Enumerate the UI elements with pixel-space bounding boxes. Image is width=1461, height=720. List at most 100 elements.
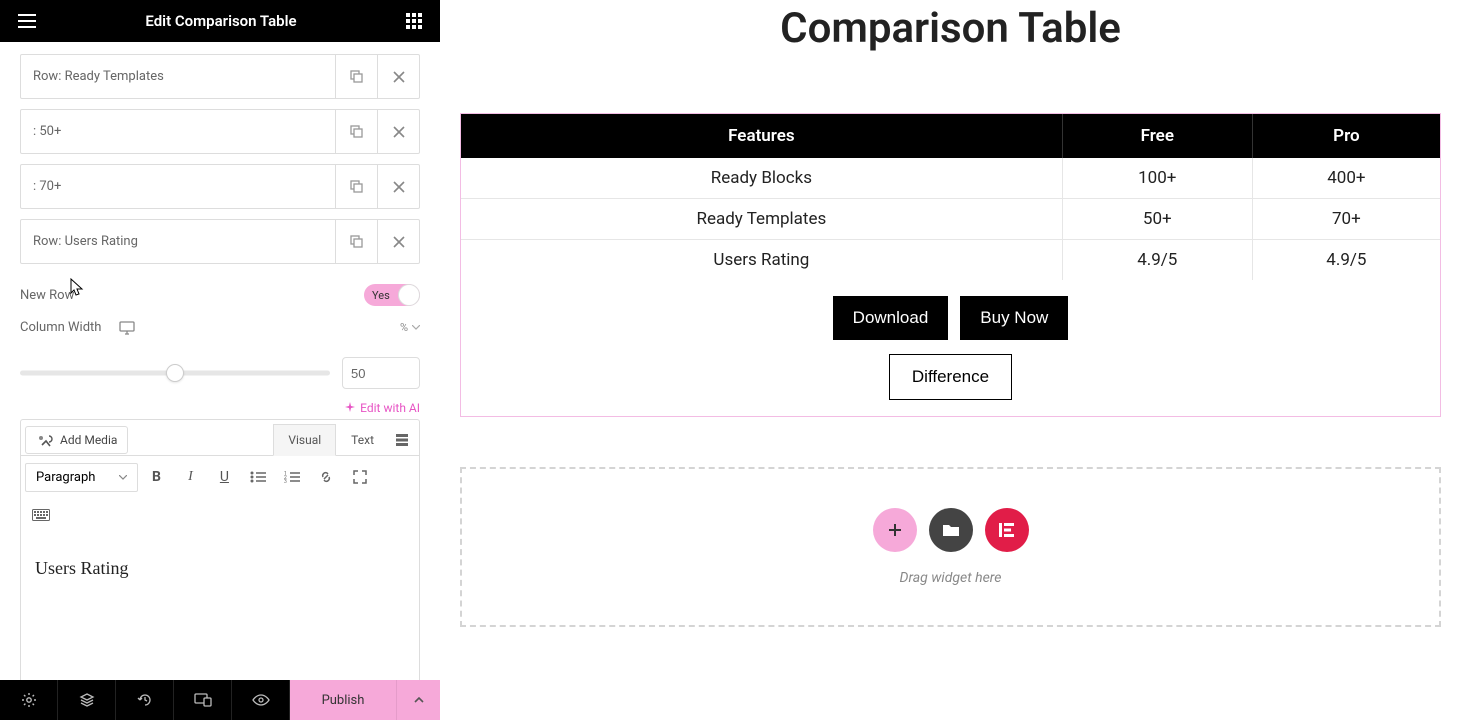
- toggle-yes-text: Yes: [372, 289, 390, 302]
- rich-editor: Add Media Visual Text Paragraph B I U 12…: [20, 419, 420, 720]
- preview-button[interactable]: [232, 680, 290, 720]
- apps-button[interactable]: [400, 7, 428, 35]
- new-row-label: New Row: [20, 288, 74, 303]
- elementskit-button[interactable]: [985, 508, 1029, 552]
- responsive-button[interactable]: [119, 321, 135, 335]
- responsive-mode-button[interactable]: [174, 680, 232, 720]
- template-library-button[interactable]: [929, 508, 973, 552]
- new-row-toggle[interactable]: Yes: [364, 284, 420, 306]
- row-item: Row: Users Rating: [20, 219, 420, 264]
- publish-button[interactable]: Publish: [290, 680, 396, 720]
- chevron-down-icon: [119, 475, 127, 480]
- copy-icon: [349, 124, 364, 139]
- column-width-label: Column Width: [20, 320, 101, 335]
- gear-icon: [21, 692, 37, 708]
- tab-text[interactable]: Text: [336, 424, 389, 455]
- table-header-row: Features Free Pro: [461, 114, 1440, 158]
- add-media-button[interactable]: Add Media: [25, 426, 128, 454]
- menu-button[interactable]: [12, 8, 42, 34]
- buy-now-button[interactable]: Buy Now: [960, 296, 1068, 340]
- column-width-slider[interactable]: [20, 363, 330, 383]
- duplicate-button[interactable]: [335, 165, 377, 208]
- bulleted-list-button[interactable]: [242, 462, 274, 492]
- numbered-list-button[interactable]: 123: [276, 462, 308, 492]
- row-item: : 50+: [20, 109, 420, 154]
- link-icon: [318, 469, 334, 485]
- media-icon: [36, 433, 54, 447]
- bold-button[interactable]: B: [140, 462, 172, 492]
- add-widget-button[interactable]: [873, 508, 917, 552]
- table-row: Users Rating4.9/54.9/5: [461, 240, 1440, 281]
- fullscreen-button[interactable]: [344, 462, 376, 492]
- difference-button[interactable]: Difference: [889, 354, 1012, 400]
- copy-icon: [349, 179, 364, 194]
- edit-with-ai-link[interactable]: Edit with AI: [20, 401, 420, 415]
- row-item: Row: Ready Templates: [20, 54, 420, 99]
- unit-select[interactable]: %: [400, 321, 420, 334]
- sidebar-header: Edit Comparison Table: [0, 0, 440, 42]
- duplicate-button[interactable]: [335, 55, 377, 98]
- chevron-down-icon: [412, 325, 420, 330]
- ek-icon: [996, 519, 1018, 541]
- row-item-label[interactable]: Row: Users Rating: [21, 220, 335, 263]
- hamburger-icon: [18, 14, 36, 28]
- history-button[interactable]: [116, 680, 174, 720]
- drop-zone-buttons: [873, 508, 1029, 552]
- remove-button[interactable]: [377, 165, 419, 208]
- apps-grid-icon: [406, 13, 422, 29]
- devices-icon: [194, 693, 212, 707]
- column-width-slider-row: [20, 357, 420, 389]
- col-header: Pro: [1252, 114, 1440, 158]
- keyboard-button[interactable]: [25, 500, 57, 530]
- duplicate-button[interactable]: [335, 220, 377, 263]
- drop-zone[interactable]: Drag widget here: [460, 467, 1441, 627]
- sidebar-body: Row: Ready Templates : 50+ : 70+ Row: Us…: [0, 42, 440, 720]
- remove-button[interactable]: [377, 55, 419, 98]
- unit-value: %: [400, 321, 408, 334]
- editor-sidebar: Edit Comparison Table Row: Ready Templat…: [0, 0, 440, 720]
- publish-options-button[interactable]: [396, 680, 440, 720]
- folder-icon: [942, 523, 960, 537]
- link-button[interactable]: [310, 462, 342, 492]
- eye-icon: [252, 694, 270, 706]
- column-width-prop: Column Width %: [20, 320, 420, 335]
- column-width-input[interactable]: [342, 357, 420, 389]
- settings-button[interactable]: [0, 680, 58, 720]
- row-item-label[interactable]: Row: Ready Templates: [21, 55, 335, 98]
- slider-thumb[interactable]: [166, 364, 184, 382]
- row-item: : 70+: [20, 164, 420, 209]
- close-icon: [393, 236, 405, 248]
- comparison-table: Features Free Pro Ready Blocks100+400+ R…: [461, 114, 1440, 280]
- table-row: Ready Blocks100+400+: [461, 158, 1440, 199]
- navigator-button[interactable]: [58, 680, 116, 720]
- stack-icon: [395, 433, 409, 447]
- italic-button[interactable]: I: [174, 462, 206, 492]
- page-heading: Comparison Table: [450, 4, 1451, 53]
- tab-visual[interactable]: Visual: [273, 424, 336, 456]
- svg-text:3: 3: [284, 479, 287, 483]
- copy-icon: [349, 69, 364, 84]
- editor-tabs: Add Media Visual Text: [21, 420, 419, 456]
- close-icon: [393, 126, 405, 138]
- comparison-table-widget[interactable]: Features Free Pro Ready Blocks100+400+ R…: [460, 113, 1441, 417]
- remove-button[interactable]: [377, 110, 419, 153]
- panel-title: Edit Comparison Table: [42, 12, 400, 30]
- list-ul-icon: [250, 471, 266, 483]
- row-item-label[interactable]: : 70+: [21, 165, 335, 208]
- row-item-label[interactable]: : 50+: [21, 110, 335, 153]
- keyboard-icon: [32, 509, 50, 521]
- copy-icon: [349, 234, 364, 249]
- preview-canvas: Comparison Table Features Free Pro Ready…: [440, 0, 1461, 720]
- expand-icon: [353, 470, 367, 484]
- underline-button[interactable]: U: [208, 462, 240, 492]
- blocks-button[interactable]: [389, 427, 415, 453]
- drop-zone-text: Drag widget here: [900, 570, 1002, 586]
- format-select[interactable]: Paragraph: [25, 463, 138, 492]
- duplicate-button[interactable]: [335, 110, 377, 153]
- remove-button[interactable]: [377, 220, 419, 263]
- cta-row: Download Buy Now: [461, 296, 1440, 340]
- layers-icon: [79, 692, 95, 708]
- list-ol-icon: 123: [284, 471, 300, 483]
- download-button[interactable]: Download: [833, 296, 949, 340]
- sidebar-footer: Publish: [0, 680, 440, 720]
